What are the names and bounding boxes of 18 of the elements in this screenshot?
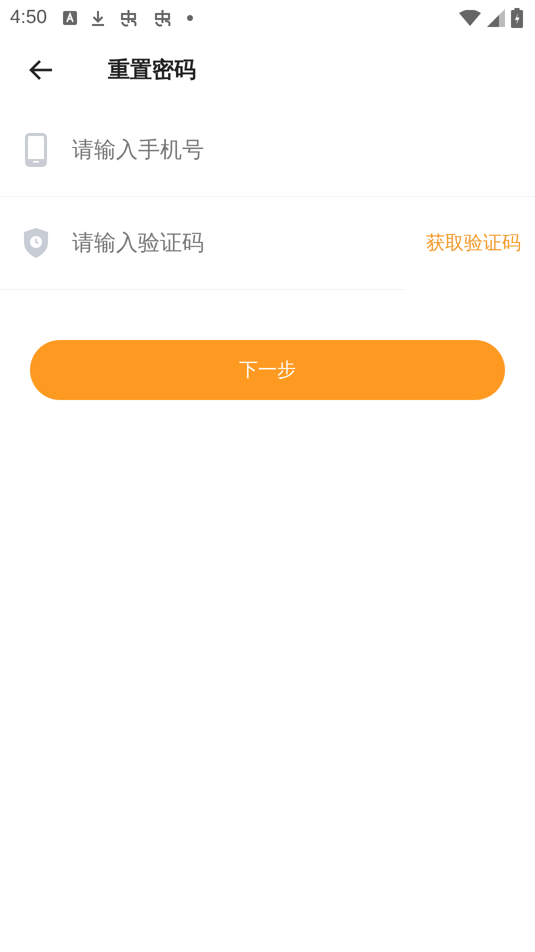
bug-icon — [118, 8, 139, 28]
get-code-link[interactable]: 获取验证码 — [426, 230, 521, 256]
phone-icon — [25, 133, 47, 167]
shield-clock-icon — [24, 228, 48, 258]
bug-icon — [152, 8, 173, 28]
download-icon — [90, 10, 105, 26]
page-title: 重置密码 — [108, 56, 196, 85]
code-field[interactable]: 请输入验证码 — [72, 230, 426, 256]
signal-icon — [487, 9, 505, 27]
next-button[interactable]: 下一步 — [30, 340, 505, 400]
phone-field[interactable]: 请输入手机号 — [72, 138, 535, 162]
back-arrow-icon — [28, 59, 54, 81]
wifi-icon — [459, 10, 481, 26]
status-time: 4:50 — [10, 7, 47, 29]
dot-icon — [186, 15, 193, 21]
battery-icon — [511, 8, 523, 28]
back-button[interactable] — [28, 59, 54, 81]
font-icon — [62, 11, 77, 25]
